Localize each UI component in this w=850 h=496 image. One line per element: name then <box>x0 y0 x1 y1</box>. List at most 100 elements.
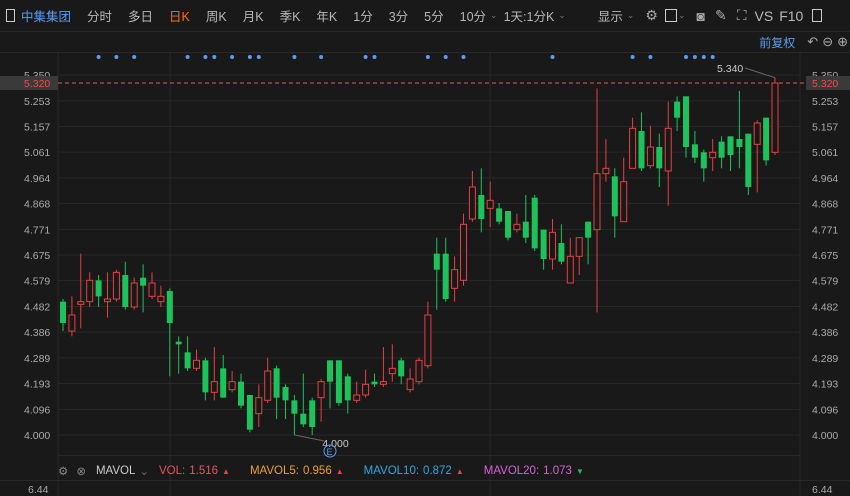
candle[interactable] <box>68 296 76 337</box>
candlestick-chart[interactable]: 5.3505.3505.2535.2535.1575.1575.0615.061… <box>0 0 850 496</box>
candle[interactable] <box>388 344 396 382</box>
candle[interactable] <box>122 261 129 310</box>
candle[interactable] <box>620 157 628 223</box>
candle[interactable] <box>77 253 85 329</box>
event-marker <box>203 55 208 59</box>
candle-body <box>353 394 361 401</box>
indicator-select[interactable]: MAVOL <box>96 465 135 477</box>
candle[interactable] <box>273 365 280 419</box>
candle[interactable] <box>566 237 574 284</box>
candle[interactable] <box>593 88 601 313</box>
candle[interactable] <box>638 112 645 171</box>
close-icon[interactable]: ⊗ <box>76 464 86 478</box>
candle[interactable] <box>505 211 511 241</box>
event-marker <box>292 55 297 59</box>
candle[interactable] <box>460 213 467 286</box>
candle[interactable] <box>95 275 102 307</box>
candle[interactable] <box>140 264 147 313</box>
candle-body <box>406 378 414 391</box>
candle[interactable] <box>691 131 698 163</box>
candle[interactable] <box>327 360 333 409</box>
candle[interactable] <box>468 171 476 222</box>
candle[interactable] <box>674 96 681 131</box>
candle[interactable] <box>558 224 565 265</box>
candle[interactable] <box>175 336 182 374</box>
candle[interactable] <box>291 395 298 435</box>
candle[interactable] <box>656 133 663 187</box>
candle[interactable] <box>718 136 725 169</box>
candle[interactable] <box>157 285 165 307</box>
candle[interactable] <box>513 213 521 233</box>
candle[interactable] <box>451 256 459 302</box>
candle[interactable] <box>585 221 592 265</box>
candle[interactable] <box>763 117 770 166</box>
candle[interactable] <box>309 397 316 435</box>
candle[interactable] <box>549 219 556 270</box>
candle[interactable] <box>228 371 236 393</box>
event-marker <box>692 55 697 59</box>
candle[interactable] <box>130 277 138 310</box>
candle[interactable] <box>611 168 618 238</box>
candle[interactable] <box>282 384 289 419</box>
event-marker <box>212 55 217 59</box>
candle[interactable] <box>344 373 351 414</box>
candle[interactable] <box>486 181 494 227</box>
candle[interactable] <box>727 136 734 171</box>
candle[interactable] <box>646 125 654 169</box>
event-marker <box>550 55 555 59</box>
candle[interactable] <box>753 120 761 193</box>
candle[interactable] <box>104 272 111 318</box>
mavol5-label: MAVOL5: <box>249 465 299 477</box>
candle[interactable] <box>86 272 94 307</box>
candle[interactable] <box>442 237 449 302</box>
candle-body <box>700 152 707 169</box>
candle[interactable] <box>246 395 253 433</box>
candle-body <box>379 381 387 385</box>
candle[interactable] <box>575 237 583 275</box>
candle[interactable] <box>496 203 503 225</box>
candle[interactable] <box>317 379 325 422</box>
candle[interactable] <box>406 368 414 393</box>
candle[interactable] <box>629 117 637 169</box>
candle[interactable] <box>602 139 610 182</box>
candle[interactable] <box>202 357 209 401</box>
candle[interactable] <box>424 301 432 369</box>
candle[interactable] <box>210 347 218 401</box>
candle-body <box>95 280 102 297</box>
candle[interactable] <box>664 101 672 206</box>
candle[interactable] <box>184 336 191 371</box>
chevron-down-icon[interactable]: ⌄ <box>139 464 149 478</box>
candle[interactable] <box>335 360 342 406</box>
candle[interactable] <box>379 347 387 387</box>
candle-body <box>602 167 610 175</box>
candle[interactable] <box>238 373 244 409</box>
event-marker <box>630 55 635 59</box>
candle[interactable] <box>531 195 538 251</box>
candle[interactable] <box>193 349 200 371</box>
candle-body <box>210 381 218 393</box>
candle[interactable] <box>771 77 779 155</box>
candle-body <box>727 136 734 155</box>
candle[interactable] <box>398 357 405 385</box>
candle[interactable] <box>112 269 120 302</box>
candle[interactable] <box>353 381 361 403</box>
candle[interactable] <box>220 355 227 398</box>
candle[interactable] <box>700 149 707 182</box>
candle[interactable] <box>264 357 272 403</box>
candle[interactable] <box>300 373 307 427</box>
candle[interactable] <box>433 237 440 310</box>
candle[interactable] <box>540 229 547 270</box>
gear-icon[interactable]: ⚙ <box>58 464 68 478</box>
candle[interactable] <box>522 195 529 243</box>
candle[interactable] <box>415 357 423 385</box>
candle[interactable] <box>736 91 743 169</box>
candle[interactable] <box>745 133 752 195</box>
candle[interactable] <box>709 139 717 171</box>
candle[interactable] <box>683 96 689 158</box>
candle-body <box>184 352 191 369</box>
candle[interactable] <box>60 299 66 331</box>
candle[interactable] <box>371 373 378 387</box>
candle[interactable] <box>255 384 263 427</box>
candle-body <box>664 127 672 172</box>
candle[interactable] <box>148 272 156 299</box>
